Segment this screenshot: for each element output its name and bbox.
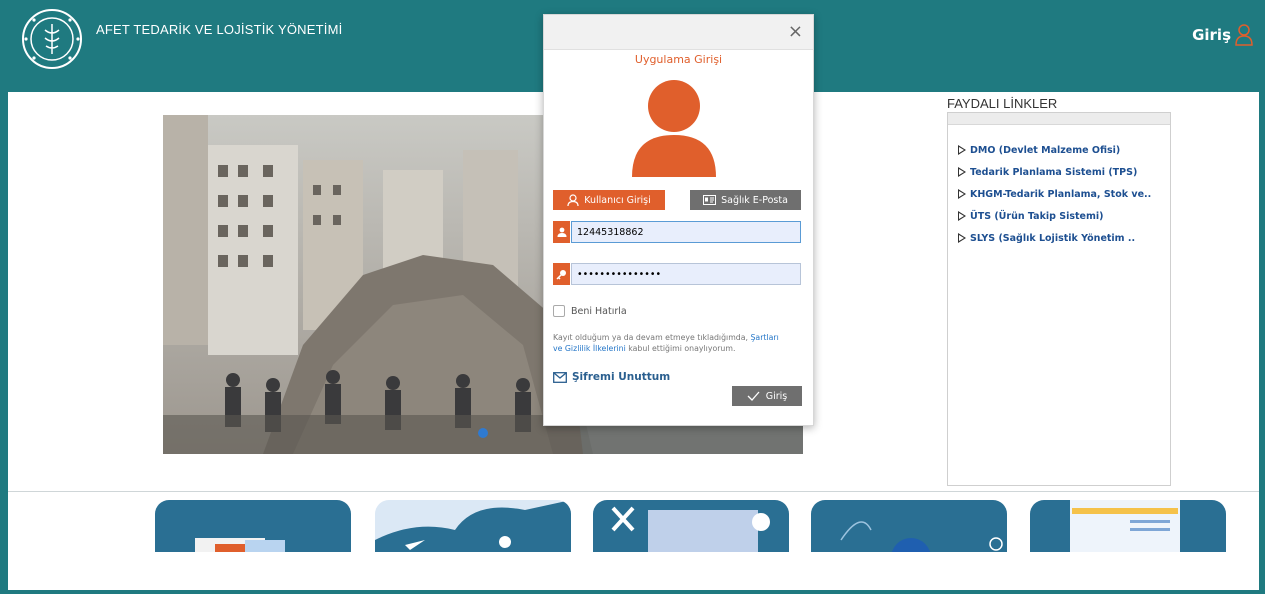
- header-login-link[interactable]: Giriş: [1192, 24, 1253, 46]
- submit-login-button[interactable]: Giriş: [732, 386, 802, 406]
- useful-links-topbar: [948, 113, 1170, 125]
- login-modal: × Uygulama Girişi Kullanıcı Girişi Sağlı…: [543, 14, 814, 426]
- useful-link-tps[interactable]: Tedarik Planlama Sistemi (TPS): [958, 161, 1170, 183]
- app-title: AFET TEDARİK VE LOJİSTİK YÖNETİMİ: [96, 22, 343, 37]
- ministry-logo: [22, 9, 82, 69]
- username-field-icon: [553, 221, 570, 243]
- privacy-link[interactable]: Gizlilik İlkelerini: [565, 344, 626, 353]
- useful-links-panel: DMO (Devlet Malzeme Ofisi) Tedarik Planl…: [947, 112, 1171, 486]
- triangle-right-icon: [958, 189, 966, 199]
- terms-link[interactable]: Şartları: [750, 333, 778, 342]
- header-login-label: Giriş: [1192, 26, 1231, 44]
- envelope-icon: [553, 371, 567, 383]
- feature-card-5[interactable]: [1030, 500, 1226, 552]
- forgot-password-link[interactable]: Şifremi Unuttum: [553, 371, 670, 383]
- triangle-right-icon: [958, 145, 966, 155]
- useful-link-uts[interactable]: ÜTS (Ürün Takip Sistemi): [958, 205, 1170, 227]
- carousel-dot-active[interactable]: [478, 428, 488, 438]
- triangle-right-icon: [958, 211, 966, 221]
- terms-text: Kayıt olduğum ya da devam etmeye tıkladı…: [553, 333, 779, 353]
- feature-card-4[interactable]: [811, 500, 1007, 552]
- remember-checkbox[interactable]: [553, 305, 565, 317]
- useful-link-slys[interactable]: SLYS (Sağlık Lojistik Yönetim ..: [958, 227, 1170, 249]
- check-icon: [747, 391, 760, 401]
- useful-link-dmo[interactable]: DMO (Devlet Malzeme Ofisi): [958, 139, 1170, 161]
- triangle-right-icon: [958, 233, 966, 243]
- useful-links-title: FAYDALI LİNKLER: [947, 96, 1058, 111]
- modal-header: ×: [544, 15, 813, 50]
- password-field-icon: [553, 263, 570, 285]
- useful-link-khgm[interactable]: KHGM-Tedarik Planlama, Stok ve..: [958, 183, 1170, 205]
- triangle-right-icon: [958, 167, 966, 177]
- modal-title: Uygulama Girişi: [634, 53, 723, 66]
- user-icon: [557, 227, 566, 237]
- feature-card-2[interactable]: [375, 500, 571, 552]
- remember-label: Beni Hatırla: [571, 305, 627, 317]
- user-icon: [567, 194, 579, 206]
- user-outline-icon: [1235, 24, 1253, 46]
- tab-user-login[interactable]: Kullanıcı Girişi: [553, 190, 665, 210]
- user-avatar-icon: [632, 80, 716, 177]
- feature-card-1[interactable]: [155, 500, 351, 552]
- key-icon: [556, 269, 566, 280]
- remember-me[interactable]: Beni Hatırla: [553, 305, 627, 317]
- tab-health-email[interactable]: Sağlık E-Posta: [690, 190, 801, 210]
- feature-card-3[interactable]: [593, 500, 789, 552]
- section-divider: [8, 491, 1259, 492]
- password-input[interactable]: •••••••••••••••: [571, 263, 801, 285]
- id-card-icon: [703, 195, 717, 205]
- username-input[interactable]: 12445318862: [571, 221, 801, 243]
- close-icon[interactable]: ×: [788, 21, 803, 42]
